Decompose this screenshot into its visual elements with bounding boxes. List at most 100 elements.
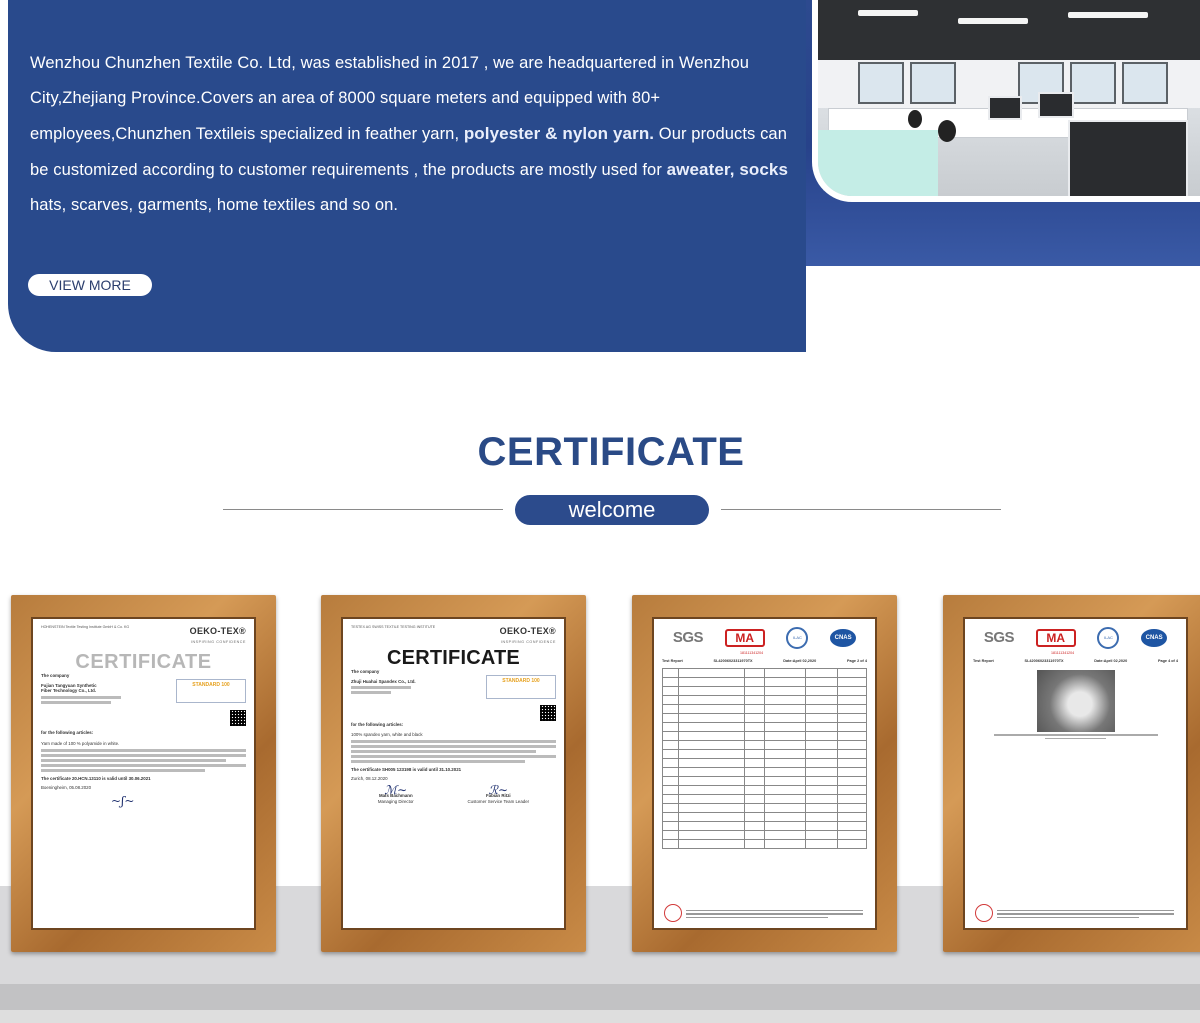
- text-line: [686, 909, 863, 911]
- about-line: be customized according to customer requ…: [30, 152, 805, 188]
- text-line: [1044, 737, 1107, 740]
- office-monitor: [988, 96, 1022, 120]
- signer-role: Managing Director: [377, 798, 414, 804]
- text-line: [41, 753, 246, 757]
- about-text-part: be customized according to customer requ…: [30, 161, 667, 179]
- results-table: [661, 668, 867, 850]
- welcome-badge: welcome: [515, 495, 709, 525]
- text-line: [997, 909, 1174, 911]
- about-highlight: polyester & nylon yarn.: [463, 124, 655, 143]
- office-window: [858, 62, 904, 104]
- text-line: [997, 913, 1174, 915]
- oeko-tex-logo: OEKO-TEX®: [189, 626, 246, 636]
- text-line: [41, 758, 226, 762]
- standard-100-label: STANDARD 100: [176, 678, 246, 703]
- report-label: Test Report: [662, 658, 683, 663]
- report-footer: [686, 908, 863, 921]
- certificate-frame-1[interactable]: HOHENSTEIN Textile Testing Institute Gmb…: [11, 595, 276, 952]
- standard-100-label: STANDARD 100: [486, 674, 556, 699]
- about-text-part: employees,Chunzhen Textileis specialized…: [30, 125, 464, 143]
- ceiling-light: [858, 10, 918, 16]
- cnas-logo: CNAS: [1141, 629, 1168, 647]
- divider-left: [223, 509, 503, 510]
- about-line: employees,Chunzhen Textileis specialized…: [30, 116, 805, 152]
- office-monitor: [1068, 120, 1188, 196]
- about-highlight: aweater, socks: [666, 160, 789, 179]
- text-line: [351, 754, 556, 758]
- sgs-logo: SGS: [983, 629, 1015, 647]
- divider-right: [721, 509, 1001, 510]
- qr-code-icon: [540, 704, 556, 721]
- test-report-document: SGS MA ILAC CNAS 181111341204 Test Repor…: [652, 617, 877, 930]
- text-line: [351, 759, 526, 763]
- text-line: [351, 686, 411, 690]
- about-line: Wenzhou Chunzhen Textile Co. Ltd, was es…: [30, 54, 750, 72]
- articles-text: 100% spandex yarn, white and black: [351, 731, 423, 737]
- report-page: Page 4 of 4: [1157, 658, 1178, 663]
- text-line: [993, 734, 1158, 736]
- certificate-heading: CERTIFICATE: [387, 646, 520, 669]
- report-page: Page 2 of 4: [846, 658, 867, 663]
- sample-photo: [1036, 670, 1115, 733]
- office-window: [1070, 62, 1116, 104]
- ma-logo: MA: [724, 629, 765, 647]
- oeko-tex-tagline: INSPIRING CONFIDENCE: [190, 640, 246, 644]
- about-text: Wenzhou Chunzhen Textile Co. Ltd, was es…: [30, 46, 805, 223]
- shelf-band: [0, 984, 1200, 1010]
- place-date: Boeningheim, 05.08.2020: [41, 785, 92, 791]
- issuer-address: TESTEX AG SWISS TEXTILE TESTING INSTITUT…: [351, 625, 436, 629]
- about-text-part: Our products can: [654, 125, 787, 143]
- about-line: City,Zhejiang Province.Covers an area of…: [30, 89, 661, 107]
- report-label: Test Report: [973, 658, 994, 663]
- oeko-tex-tagline: INSPIRING CONFIDENCE: [500, 640, 556, 644]
- text-line: [686, 913, 863, 915]
- articles-label: for the following articles:: [41, 729, 94, 735]
- certificate-frame-4[interactable]: SGS MA ILAC CNAS 181111341204 Test Repor…: [943, 595, 1200, 952]
- report-number: SL42006023311970TX: [713, 658, 753, 663]
- report-header: Test Report SL42006023311970TX Date:Apri…: [662, 659, 867, 665]
- certificate-frame-2[interactable]: TESTEX AG SWISS TEXTILE TESTING INSTITUT…: [321, 595, 586, 952]
- text-line: [41, 695, 121, 699]
- report-footer: [997, 908, 1174, 921]
- sgs-stamp-icon: [975, 904, 993, 922]
- office-photo: [812, 0, 1200, 202]
- ceiling-light: [958, 18, 1028, 24]
- test-report-document: SGS MA ILAC CNAS 181111341204 Test Repor…: [963, 617, 1188, 930]
- office-monitor: [1038, 92, 1074, 118]
- certificate-heading: CERTIFICATE: [75, 650, 212, 673]
- ma-number: 181111341204: [740, 651, 764, 655]
- certificate-document: TESTEX AG SWISS TEXTILE TESTING INSTITUT…: [341, 617, 566, 930]
- ilac-logo: ILAC: [786, 627, 809, 649]
- certificate-document: HOHENSTEIN Textile Testing Institute Gmb…: [31, 617, 256, 930]
- view-more-button[interactable]: VIEW MORE: [28, 274, 152, 296]
- about-line: hats, scarves, garments, home textiles a…: [30, 196, 399, 214]
- certificate-frame-3[interactable]: SGS MA ILAC CNAS 181111341204 Test Repor…: [632, 595, 897, 952]
- signer-role: Customer Service Team Leader: [467, 798, 530, 804]
- standard-name: STANDARD 100: [192, 681, 230, 688]
- text-line: [351, 744, 556, 748]
- ceiling-light: [1068, 12, 1148, 18]
- oeko-tex-logo: OEKO-TEX®: [499, 626, 556, 636]
- office-person: [908, 110, 922, 128]
- ilac-logo: ILAC: [1097, 627, 1120, 649]
- sgs-logo: SGS: [672, 629, 704, 647]
- report-date: Date:April 02,2020: [783, 658, 817, 663]
- report-date: Date:April 02,2020: [1094, 658, 1128, 663]
- sgs-stamp-icon: [664, 904, 682, 922]
- signature-icon: ~ʃ~: [111, 793, 135, 808]
- standard-name: STANDARD 100: [502, 677, 540, 684]
- text-line: [351, 691, 391, 695]
- shelf-bottom: [0, 1010, 1200, 1023]
- text-line: [41, 700, 111, 704]
- certificate-title: CERTIFICATE: [477, 430, 745, 474]
- report-number: SL42006023311970TX: [1024, 658, 1064, 663]
- office-sign: [818, 130, 938, 196]
- text-line: [351, 749, 536, 753]
- report-header: Test Report SL42006023311970TX Date:Apri…: [973, 659, 1178, 665]
- about-panel: Wenzhou Chunzhen Textile Co. Ltd, was es…: [8, 0, 806, 352]
- ma-number: 181111341204: [1051, 651, 1075, 655]
- office-window: [910, 62, 956, 104]
- text-line: [41, 763, 246, 767]
- validity-text: The certificate 20.HCN.13110 is valid un…: [41, 775, 151, 781]
- office-person: [938, 120, 956, 142]
